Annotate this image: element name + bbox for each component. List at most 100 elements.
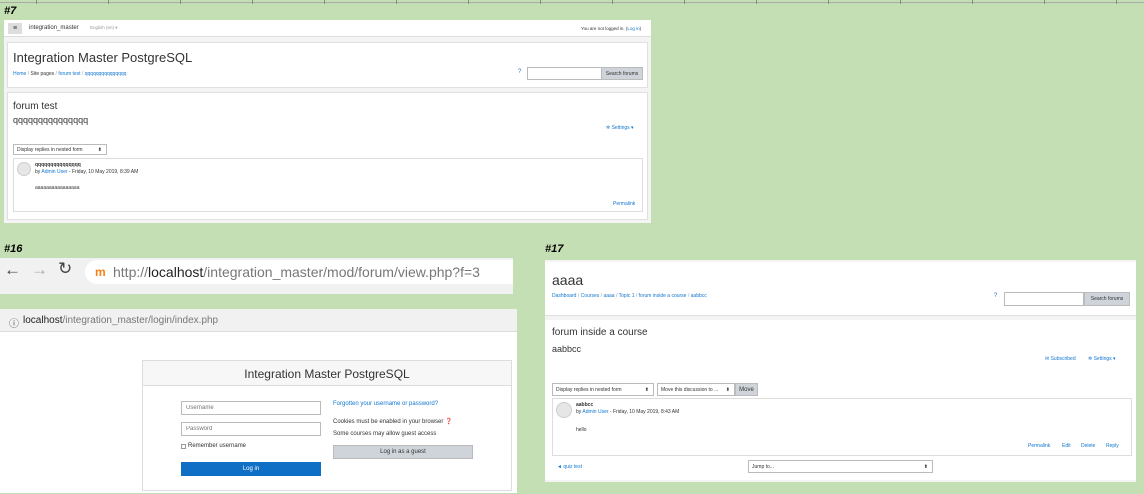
info-icon: ⓘ bbox=[9, 319, 19, 330]
password-input[interactable] bbox=[181, 422, 321, 436]
ruler-tick bbox=[1116, 0, 1117, 4]
gear-icon: ✲ bbox=[1088, 356, 1093, 362]
subscribed-toggle[interactable]: ✉ Subscribed bbox=[1045, 356, 1076, 362]
search-input[interactable] bbox=[1004, 292, 1084, 306]
move-discussion-select[interactable]: Move this discussion to ... ⬍ bbox=[657, 383, 735, 396]
ruler-tick bbox=[252, 0, 253, 4]
navbar: ≡ integration_master English (en) ▾ You … bbox=[4, 20, 651, 37]
discussion-title: qqqqqqqqqqqqqqq bbox=[13, 115, 89, 125]
help-icon[interactable]: ? bbox=[994, 293, 997, 299]
breadcrumb-item[interactable]: Topic 1 bbox=[619, 293, 635, 299]
remember-checkbox[interactable] bbox=[181, 444, 186, 449]
ruler-tick bbox=[180, 0, 181, 4]
ruler-tick bbox=[468, 0, 469, 4]
breadcrumb-item[interactable]: Dashboard bbox=[552, 293, 576, 299]
course-title: aaaa bbox=[552, 272, 584, 288]
ruler-tick bbox=[612, 0, 613, 4]
settings-menu[interactable]: ✲ Settings ▾ bbox=[1088, 356, 1116, 362]
breadcrumb-item[interactable]: qqqqqqqqqqqqqqq bbox=[85, 71, 127, 77]
breadcrumb-item[interactable]: Home bbox=[13, 71, 26, 77]
breadcrumb-item[interactable]: Courses bbox=[581, 293, 600, 299]
gear-icon: ✲ bbox=[606, 125, 611, 131]
post-subject: aabbcc bbox=[576, 402, 594, 408]
search-forums-button[interactable]: Search forums bbox=[601, 67, 643, 80]
ruler-tick bbox=[684, 0, 685, 4]
delete-link[interactable]: Delete bbox=[1081, 443, 1095, 449]
forward-arrow-icon[interactable]: → bbox=[31, 260, 48, 280]
avatar bbox=[17, 162, 31, 176]
post-subject: qqqqqqqqqqqqqqq bbox=[35, 162, 81, 168]
ruler-tick bbox=[828, 0, 829, 4]
back-arrow-icon[interactable]: ← bbox=[4, 260, 21, 280]
post-body: aaaaaaaaaaaaaaaa bbox=[35, 185, 80, 191]
post-author-link[interactable]: Admin User bbox=[582, 409, 608, 415]
forum-post: aabbcc by Admin User - Friday, 10 May 20… bbox=[552, 398, 1132, 456]
post-body: hello bbox=[576, 427, 587, 433]
breadcrumb: Dashboard / Courses / aaaa / Topic 1 / f… bbox=[552, 293, 707, 299]
forum-name: forum inside a course bbox=[552, 327, 648, 338]
screenshot-17: aaaa Dashboard / Courses / aaaa / Topic … bbox=[545, 260, 1136, 482]
moodle-favicon-icon: m bbox=[95, 265, 106, 279]
site-name[interactable]: integration_master bbox=[29, 25, 79, 31]
post-author-link[interactable]: Admin User bbox=[41, 169, 67, 175]
panel-label-7: #7 bbox=[4, 5, 17, 17]
envelope-icon: ✉ bbox=[1045, 356, 1050, 362]
jump-to-select[interactable]: Jump to... ⬍ bbox=[748, 460, 933, 473]
breadcrumb-item[interactable]: forum test bbox=[58, 71, 80, 77]
login-title: Integration Master PostgreSQL bbox=[244, 367, 410, 381]
breadcrumb-item[interactable]: forum inside a course bbox=[639, 293, 687, 299]
ruler-tick bbox=[396, 0, 397, 4]
breadcrumb-item[interactable]: aabbcc bbox=[691, 293, 707, 299]
help-icon[interactable]: ? bbox=[518, 69, 521, 75]
main-region: forum inside a course aabbcc ✉ Subscribe… bbox=[545, 320, 1136, 480]
page-header: Integration Master PostgreSQL Home / Sit… bbox=[7, 42, 648, 88]
hamburger-menu-icon[interactable]: ≡ bbox=[8, 23, 22, 34]
ruler-tick bbox=[900, 0, 901, 4]
post-byline: by Admin User - Friday, 10 May 2019, 8:3… bbox=[35, 169, 139, 175]
forum-post: qqqqqqqqqqqqqqq by Admin User - Friday, … bbox=[13, 158, 643, 212]
ruler-tick bbox=[972, 0, 973, 4]
address-bar-2[interactable]: ⓘ localhost/integration_master/login/ind… bbox=[0, 309, 517, 332]
breadcrumb-item[interactable]: aaaa bbox=[603, 293, 614, 299]
display-mode-select[interactable]: Display replies in nested form ⬍ bbox=[552, 383, 654, 396]
login-button[interactable]: Log in bbox=[181, 462, 321, 476]
page-header: aaaa Dashboard / Courses / aaaa / Topic … bbox=[545, 262, 1136, 316]
ruler-tick bbox=[108, 0, 109, 4]
main-region: forum test qqqqqqqqqqqqqqq ✲ Settings ▾ … bbox=[7, 92, 648, 220]
reload-icon[interactable]: ↻ bbox=[58, 259, 72, 279]
login-card-header: Integration Master PostgreSQL bbox=[143, 361, 511, 386]
display-mode-select[interactable]: Display replies in nested form ⬍ bbox=[13, 144, 107, 155]
move-button[interactable]: Move bbox=[735, 383, 758, 396]
help-icon[interactable]: ❓ bbox=[445, 419, 452, 425]
username-input[interactable] bbox=[181, 401, 321, 415]
select-arrow-icon: ⬍ bbox=[923, 463, 928, 470]
ruler-tick bbox=[540, 0, 541, 4]
permalink-link[interactable]: Permalink bbox=[1028, 443, 1050, 449]
settings-menu[interactable]: ✲ Settings ▾ bbox=[606, 125, 634, 131]
guest-login-button[interactable]: Log in as a guest bbox=[333, 445, 473, 459]
login-card: Integration Master PostgreSQL Remember u… bbox=[142, 360, 512, 491]
forgotten-password-link[interactable]: Forgotten your username or password? bbox=[333, 401, 438, 407]
discussion-title: aabbcc bbox=[552, 344, 582, 354]
breadcrumb-item: Site pages bbox=[30, 71, 55, 77]
search-input[interactable] bbox=[527, 67, 602, 80]
panel-label-16: #16 bbox=[4, 243, 23, 255]
cookies-notice: Cookies must be enabled in your browser … bbox=[333, 419, 453, 425]
ruler-tick bbox=[36, 0, 37, 4]
screenshot-7: ≡ integration_master English (en) ▾ You … bbox=[4, 20, 651, 223]
remember-label: Remember username bbox=[188, 443, 247, 449]
edit-link[interactable]: Edit bbox=[1062, 443, 1071, 449]
search-forums-button[interactable]: Search forums bbox=[1084, 292, 1130, 306]
language-menu[interactable]: English (en) ▾ bbox=[90, 25, 118, 31]
browser-toolbar: ← → ↻ m http://localhost/integration_mas… bbox=[0, 258, 513, 294]
permalink-link[interactable]: Permalink bbox=[613, 201, 635, 207]
reply-link[interactable]: Reply bbox=[1106, 443, 1119, 449]
select-arrow-icon: ⬍ bbox=[97, 146, 102, 153]
previous-activity-link[interactable]: ◄ quiz test bbox=[557, 464, 582, 470]
address-bar[interactable]: m http://localhost/integration_master/mo… bbox=[85, 260, 513, 284]
ruler-tick bbox=[1044, 0, 1045, 4]
avatar bbox=[556, 402, 572, 418]
login-status: You are not logged in. (Log in) bbox=[581, 26, 642, 31]
login-link[interactable]: Log in bbox=[627, 26, 639, 31]
url-text-2: localhost/integration_master/login/index… bbox=[23, 315, 219, 326]
